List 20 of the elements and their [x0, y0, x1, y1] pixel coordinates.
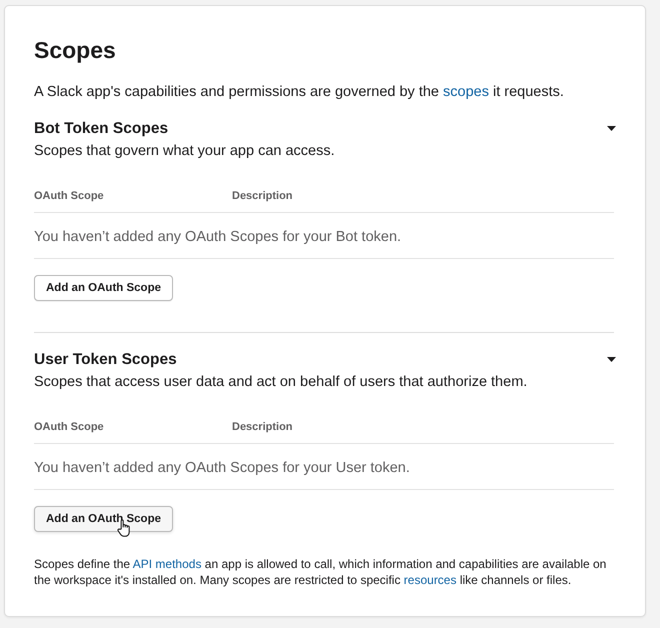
intro-text: A Slack app's capabilities and permissions are governed by the scopes it requests.: [34, 83, 565, 102]
column-header: OAuth Scope: [34, 420, 104, 435]
section-title: User Token Scopes: [34, 350, 177, 370]
column-header: Description: [232, 189, 293, 204]
inline-link[interactable]: resources: [404, 572, 456, 586]
section-title: Bot Token Scopes: [34, 119, 168, 139]
section-description: Scopes that access user data and act on behalf of users that authorize them.: [34, 373, 528, 392]
add-scope-button[interactable]: Add an OAuth Scope: [34, 506, 173, 532]
empty-table-message: You haven’t added any OAuth Scopes for your User token.: [34, 444, 614, 490]
caret-icon[interactable]: [607, 126, 616, 131]
add-scope-button[interactable]: Add an OAuth Scope: [34, 275, 173, 301]
caret-icon[interactable]: [607, 357, 616, 362]
empty-table-message: You haven’t added any OAuth Scopes for your Bot token.: [34, 213, 614, 259]
section-description: Scopes that govern what your app can access.: [34, 142, 336, 161]
inline-link[interactable]: API methods: [132, 557, 202, 571]
footer-text: Scopes define the API methods an app is allowed to call, which information and capabilities are available on the workspace it's installed on. Many scopes are restricted to specific resources like channels or files.: [34, 557, 608, 588]
inline-link[interactable]: scopes: [443, 84, 489, 100]
page-title: Scopes: [34, 36, 117, 65]
column-header: OAuth Scope: [34, 189, 104, 204]
column-header: Description: [232, 420, 293, 435]
